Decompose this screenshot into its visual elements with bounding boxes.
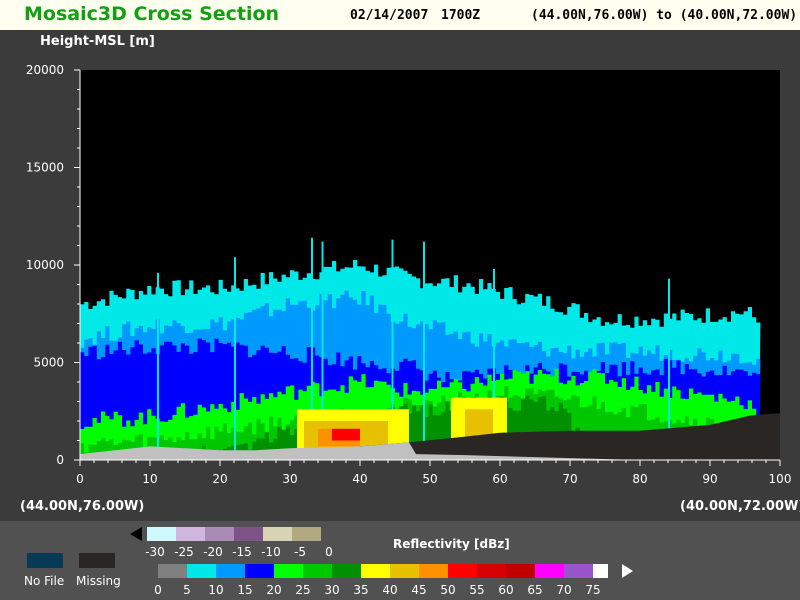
high-scale-swatch-3 [245, 564, 274, 578]
low-scale-label-4: -10 [261, 545, 281, 559]
spike-1 [234, 257, 236, 460]
high-scale-swatch-14 [564, 564, 593, 578]
high-scale-swatch-15 [593, 564, 608, 578]
high-scale-arrow [622, 564, 633, 578]
end-point-label: (40.00N,72.00W) [680, 499, 800, 514]
low-scale-arrow [130, 527, 142, 541]
high-scale-swatch-4 [274, 564, 303, 578]
high-scale-swatch-10 [448, 564, 477, 578]
legend-area: No File Missing -30 -25 -20 -15 -10 -5 0 Refle… [0, 521, 800, 600]
high-scale-label-12: 60 [498, 583, 514, 597]
missing-swatch [79, 553, 115, 568]
low-scale-label-3: -15 [232, 545, 252, 559]
high-scale-label-11: 55 [469, 583, 485, 597]
x-tick-label-50: 50 [422, 472, 437, 486]
missing-label: Missing [76, 574, 121, 588]
low-scale-swatch-1 [176, 527, 205, 541]
low-scale-label-2: -20 [203, 545, 223, 559]
high-scale-swatch-5 [303, 564, 332, 578]
high-scale-bar [158, 564, 633, 578]
high-scale-swatch-12 [506, 564, 535, 578]
low-scale-label-0: -30 [145, 545, 165, 559]
high-scale-swatch-11 [477, 564, 506, 578]
high-scale-label-5: 25 [295, 583, 311, 597]
start-point-label: (44.00N,76.00W) [20, 499, 145, 514]
y-tick-label-20000: 20000 [26, 63, 64, 77]
high-scale-label-14: 70 [556, 583, 572, 597]
x-tick-label-20: 20 [212, 472, 227, 486]
cell-50dbz-3 [332, 428, 360, 441]
high-scale-label-13: 65 [527, 583, 543, 597]
cross-section-chart: 0 5000 10000 15000 20000 0 10 20 30 40 50 60 70 80 90 1… [26, 63, 792, 486]
low-scale-swatch-0 [147, 527, 176, 541]
high-scale-label-10: 50 [440, 583, 456, 597]
high-scale-label-1: 5 [183, 583, 191, 597]
x-tick-label-0: 0 [76, 472, 84, 486]
high-scale-swatch-0 [158, 564, 187, 578]
low-scale-label-1: -25 [174, 545, 194, 559]
no-file-swatch [27, 553, 63, 568]
low-scale-swatch-5 [292, 527, 321, 541]
y-tick-label-10000: 10000 [26, 258, 64, 272]
high-scale-swatch-6 [332, 564, 361, 578]
x-tick-label-30: 30 [282, 472, 297, 486]
spike-0 [157, 272, 159, 460]
high-scale-swatch-8 [390, 564, 419, 578]
x-tick-label-10: 10 [142, 472, 157, 486]
low-scale-bar [130, 527, 321, 541]
y-tick-label-15000: 15000 [26, 161, 64, 175]
spike-5 [423, 241, 425, 460]
low-scale-label-6: 0 [325, 545, 333, 559]
high-scale-swatch-7 [361, 564, 390, 578]
legend-title: Reflectivity [dBz] [393, 537, 510, 551]
y-tick-label-0: 0 [56, 453, 64, 467]
x-tick-label-70: 70 [562, 472, 577, 486]
high-scale-label-4: 20 [266, 583, 282, 597]
low-scale-label-5: -5 [294, 545, 306, 559]
y-tick-label-5000: 5000 [33, 356, 64, 370]
x-tick-label-80: 80 [632, 472, 647, 486]
high-scale-label-8: 40 [382, 583, 398, 597]
high-scale-label-6: 30 [324, 583, 340, 597]
low-scale-swatch-4 [263, 527, 292, 541]
high-scale-swatch-2 [216, 564, 245, 578]
low-scale-swatch-2 [205, 527, 234, 541]
x-tick-label-40: 40 [352, 472, 367, 486]
x-tick-label-100: 100 [769, 472, 792, 486]
high-scale-swatch-1 [187, 564, 216, 578]
x-tick-label-60: 60 [492, 472, 507, 486]
low-scale-swatch-3 [234, 527, 263, 541]
high-scale-label-2: 10 [208, 583, 224, 597]
high-scale-label-7: 35 [353, 583, 369, 597]
high-scale-label-9: 45 [411, 583, 427, 597]
high-scale-label-3: 15 [237, 583, 253, 597]
high-scale-swatch-13 [535, 564, 564, 578]
high-scale-label-0: 0 [154, 583, 162, 597]
high-scale-swatch-9 [419, 564, 448, 578]
x-tick-label-90: 90 [702, 472, 717, 486]
high-scale-label-15: 75 [585, 583, 601, 597]
no-file-label: No File [24, 574, 65, 588]
